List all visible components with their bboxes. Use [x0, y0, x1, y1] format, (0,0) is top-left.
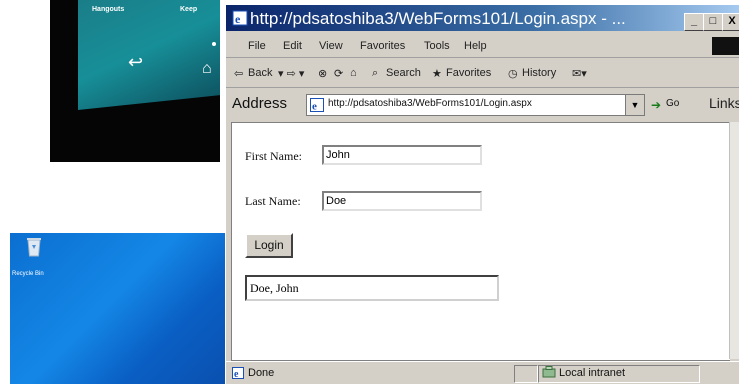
address-label: Address	[232, 95, 288, 112]
back-icon: ↩	[128, 52, 144, 72]
menu-tools[interactable]: Tools	[424, 40, 450, 52]
status-pane	[514, 365, 538, 383]
recycle-bin-icon[interactable]	[26, 236, 42, 258]
local-intranet-icon	[542, 366, 556, 378]
login-button[interactable]: Login	[245, 233, 293, 258]
ie-logo-icon: e	[232, 10, 248, 26]
status-bar: e Done Local intranet	[226, 361, 739, 384]
forward-icon[interactable]: ▾ ⇨ ▾	[278, 67, 304, 80]
go-arrow-icon[interactable]: ➔	[651, 98, 661, 112]
first-name-label: First Name:	[245, 149, 302, 163]
recycle-bin-label: Recycle Bin	[12, 271, 44, 277]
favorites-icon[interactable]: ★	[432, 67, 442, 80]
home-page-icon[interactable]: ⌂	[350, 67, 357, 79]
zone-text: Local intranet	[559, 367, 626, 379]
close-button[interactable]: X	[722, 13, 739, 31]
maximize-button[interactable]: □	[703, 13, 723, 31]
app-label-hangouts: Hangouts	[92, 6, 125, 13]
address-bar: Address e http://pdsatoshiba3/WebForms10…	[226, 90, 739, 120]
history-button[interactable]: History	[522, 67, 556, 79]
svg-text:e: e	[235, 12, 241, 26]
phone-screen	[78, 0, 220, 110]
first-name-input[interactable]: John	[322, 145, 482, 165]
menu-view[interactable]: View	[319, 40, 343, 52]
history-icon[interactable]: ◷	[508, 67, 518, 80]
page-icon: e	[310, 98, 324, 112]
go-button[interactable]: Go	[666, 98, 679, 109]
status-text: Done	[248, 367, 275, 379]
search-icon[interactable]: ⌕	[372, 67, 378, 80]
back-button[interactable]: Back	[248, 67, 272, 79]
address-input[interactable]: e http://pdsatoshiba3/WebForms101/Login.…	[306, 94, 626, 116]
internet-explorer-window: e http://pdsatoshiba3/WebForms101/Login.…	[225, 5, 739, 384]
search-button[interactable]: Search	[386, 67, 421, 79]
window-title: http://pdsatoshiba3/WebForms101/Login.as…	[250, 9, 626, 28]
mail-icon[interactable]: ✉▾	[572, 67, 587, 80]
app-label-keep: Keep	[180, 6, 198, 13]
menu-edit[interactable]: Edit	[283, 40, 302, 52]
svg-text:e: e	[312, 101, 317, 113]
menu-file[interactable]: File	[248, 40, 266, 52]
page-content: First Name: John Last Name: Doe Login Do…	[231, 122, 730, 361]
refresh-icon[interactable]: ⟳	[334, 67, 343, 80]
links-button[interactable]: Links	[709, 95, 739, 111]
svg-text:e: e	[234, 369, 239, 379]
stop-icon[interactable]: ⊗	[318, 67, 327, 80]
android-phone-photo: Hangouts Keep ↩ ⌂	[50, 0, 220, 162]
favorites-button[interactable]: Favorites	[446, 67, 491, 79]
last-name-label: Last Name:	[245, 194, 301, 208]
address-value: http://pdsatoshiba3/WebForms101/Login.as…	[328, 98, 532, 109]
home-icon: ⌂	[202, 60, 212, 77]
page-done-icon: e	[232, 367, 244, 379]
windows-logo-icon	[712, 37, 739, 55]
toolbar: ⇦ Back ▾ ⇨ ▾ ⊗ ⟳ ⌂ ⌕ Search ★ Favorites …	[226, 59, 739, 88]
windows-desktop: Recycle Bin	[10, 233, 232, 384]
vertical-scrollbar[interactable]	[729, 122, 739, 359]
address-dropdown-button[interactable]: ▼	[625, 94, 645, 116]
page-indicator-dot	[212, 42, 216, 46]
menu-help[interactable]: Help	[464, 40, 487, 52]
back-arrow-icon[interactable]: ⇦	[234, 67, 243, 80]
last-name-input[interactable]: Doe	[322, 191, 482, 211]
title-bar[interactable]: e http://pdsatoshiba3/WebForms101/Login.…	[226, 5, 739, 31]
result-textbox[interactable]: Doe, John	[245, 275, 499, 301]
menu-favorites[interactable]: Favorites	[360, 40, 405, 52]
minimize-button[interactable]: _	[684, 13, 704, 31]
menu-bar: File Edit View Favorites Tools Help	[226, 33, 739, 58]
